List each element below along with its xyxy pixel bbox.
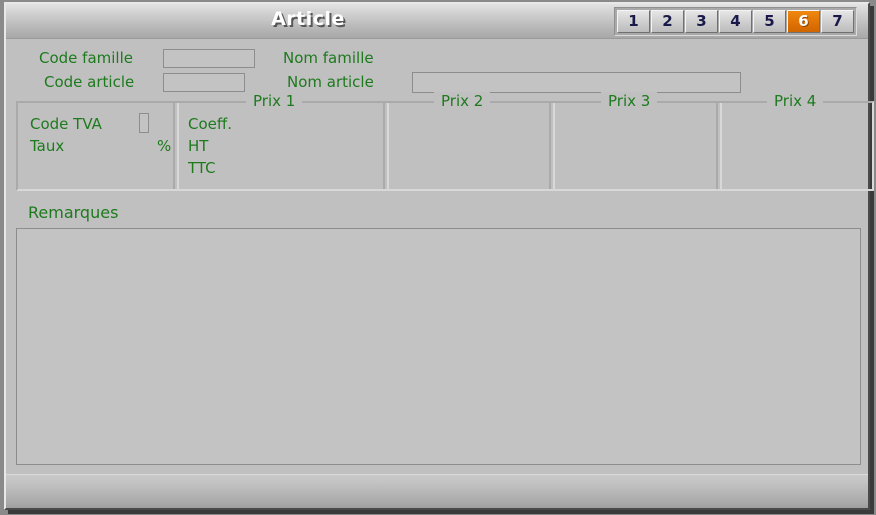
window-shadow-right <box>870 6 874 514</box>
status-bar <box>6 474 868 508</box>
remarques-label: Remarques <box>28 203 119 222</box>
prix-divider-3 <box>549 103 555 189</box>
prix-1-legend: Prix 1 <box>246 92 303 110</box>
tab-3[interactable]: 3 <box>685 10 718 33</box>
page-title: Article <box>271 8 345 30</box>
ttc-label: TTC <box>188 159 216 177</box>
article-window: Article 1 2 3 4 5 6 7 Code famille Nom f… <box>4 2 874 510</box>
tab-2[interactable]: 2 <box>651 10 684 33</box>
code-tva-label: Code TVA <box>30 115 102 133</box>
code-famille-label: Code famille <box>39 49 133 67</box>
taux-label: Taux <box>30 137 65 155</box>
nom-article-label: Nom article <box>287 73 374 91</box>
prix-2-legend: Prix 2 <box>434 92 491 110</box>
tab-strip: 1 2 3 4 5 6 7 <box>614 7 857 36</box>
code-tva-input[interactable] <box>139 113 149 133</box>
tab-7[interactable]: 7 <box>821 10 854 33</box>
prix-3-legend: Prix 3 <box>601 92 658 110</box>
code-article-input[interactable] <box>163 73 245 92</box>
prix-group-box: Prix 1 Prix 2 Prix 3 Prix 4 Code TVA Tau… <box>16 92 874 191</box>
remarques-textarea[interactable] <box>16 228 861 465</box>
client-area: Code famille Nom famille Code article No… <box>6 39 874 474</box>
prix-4-legend: Prix 4 <box>767 92 824 110</box>
nom-famille-label: Nom famille <box>283 49 374 67</box>
tab-4[interactable]: 4 <box>719 10 752 33</box>
taux-percent-symbol: % <box>157 137 172 155</box>
code-article-label: Code article <box>44 73 135 91</box>
tab-5[interactable]: 5 <box>753 10 786 33</box>
window-shadow-bottom <box>8 510 874 514</box>
prix-divider-4 <box>716 103 722 189</box>
tab-6[interactable]: 6 <box>787 10 820 33</box>
tab-1[interactable]: 1 <box>617 10 650 33</box>
code-famille-input[interactable] <box>163 49 255 68</box>
prix-divider-1 <box>173 103 179 189</box>
prix-divider-2 <box>383 103 389 189</box>
coeff-label: Coeff. <box>188 115 232 133</box>
ht-label: HT <box>188 137 209 155</box>
nom-article-input[interactable] <box>412 72 741 93</box>
